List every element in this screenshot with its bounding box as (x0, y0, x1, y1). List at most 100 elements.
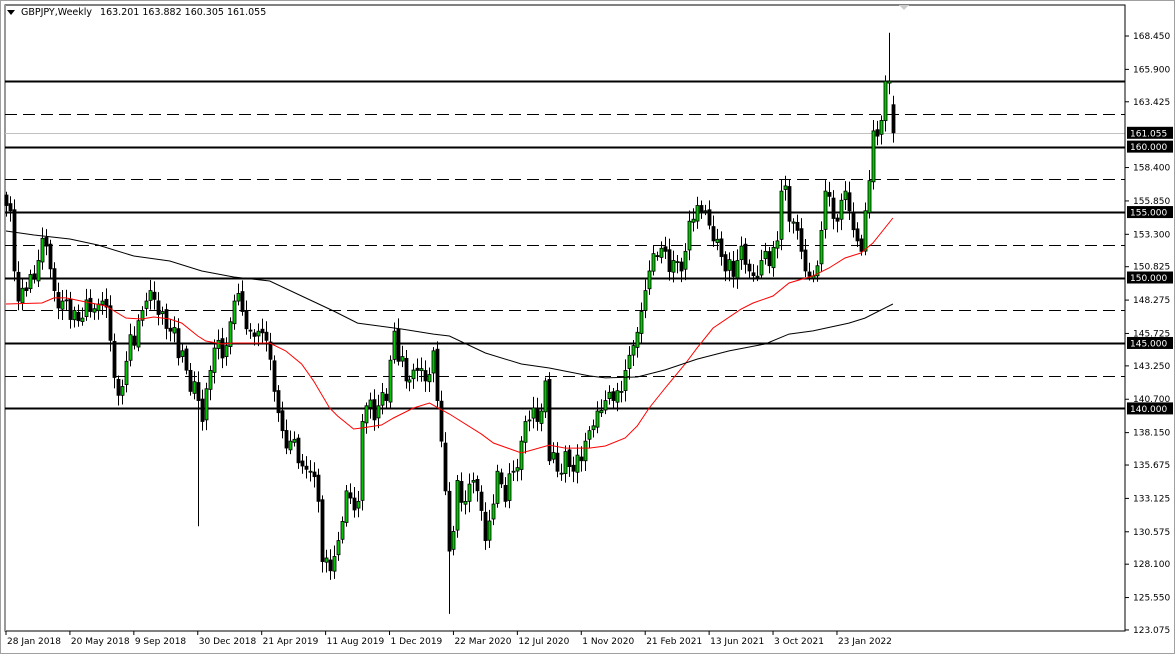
candle-bearish[interactable] (296, 437, 301, 464)
candle-bearish[interactable] (859, 238, 864, 252)
candle-bullish[interactable] (763, 250, 768, 260)
candle-bearish[interactable] (555, 452, 560, 472)
candle-bullish[interactable] (715, 238, 720, 243)
candle-bullish[interactable] (587, 430, 592, 440)
candle-bearish[interactable] (352, 497, 357, 511)
candle-bullish[interactable] (360, 421, 365, 501)
candle-bullish[interactable] (376, 405, 381, 419)
candle-bearish[interactable] (655, 255, 660, 257)
candle-bearish[interactable] (479, 491, 484, 511)
candle-bearish[interactable] (799, 228, 804, 252)
candle-bullish[interactable] (80, 317, 85, 322)
candle-bearish[interactable] (807, 271, 812, 277)
candle-bullish[interactable] (60, 300, 65, 310)
candle-bullish[interactable] (819, 229, 824, 265)
candle-bearish[interactable] (88, 297, 93, 312)
candle-bullish[interactable] (543, 380, 548, 413)
candle-bearish[interactable] (320, 499, 325, 562)
candle-bullish[interactable] (539, 410, 544, 424)
candle-bearish[interactable] (220, 338, 225, 359)
candle-bearish[interactable] (56, 292, 61, 309)
candle-bullish[interactable] (691, 218, 696, 223)
candle-bearish[interactable] (108, 305, 113, 341)
candle-bullish[interactable] (208, 370, 213, 390)
candle-bullish[interactable] (364, 405, 369, 424)
candle-bearish[interactable] (280, 410, 285, 432)
candle-bearish[interactable] (547, 379, 552, 462)
candle-bullish[interactable] (527, 419, 532, 422)
candle-bullish[interactable] (324, 557, 329, 563)
candle-bearish[interactable] (12, 209, 17, 272)
candle-bearish[interactable] (663, 246, 668, 252)
candle-bullish[interactable] (172, 327, 177, 334)
candle-bearish[interactable] (743, 243, 748, 265)
candle-bearish[interactable] (423, 370, 428, 382)
candle-bullish[interactable] (863, 210, 868, 252)
candle-bearish[interactable] (831, 197, 836, 219)
candle-bearish[interactable] (827, 192, 832, 197)
candle-bearish[interactable] (200, 398, 205, 422)
candle-bearish[interactable] (44, 237, 49, 247)
candle-bearish[interactable] (152, 291, 157, 300)
candle-bullish[interactable] (128, 334, 133, 361)
candle-bearish[interactable] (348, 492, 353, 499)
candle-bearish[interactable] (312, 471, 317, 478)
candle-bullish[interactable] (28, 274, 33, 290)
candle-bullish[interactable] (883, 80, 888, 122)
candle-bullish[interactable] (779, 190, 784, 240)
candle-bearish[interactable] (731, 260, 736, 277)
candle-bearish[interactable] (499, 472, 504, 485)
candle-bullish[interactable] (507, 473, 512, 501)
candle-bearish[interactable] (875, 129, 880, 137)
candle-bullish[interactable] (515, 467, 520, 472)
candle-bearish[interactable] (24, 287, 29, 292)
candle-bullish[interactable] (591, 425, 596, 431)
candle-bearish[interactable] (76, 312, 81, 322)
candle-bullish[interactable] (124, 360, 129, 386)
candle-bearish[interactable] (260, 328, 265, 334)
candle-bullish[interactable] (411, 369, 416, 380)
candle-bullish[interactable] (771, 246, 776, 269)
candle-bullish[interactable] (308, 470, 313, 473)
candle-bullish[interactable] (879, 120, 884, 135)
candle-bearish[interactable] (483, 511, 488, 542)
candle-bullish[interactable] (647, 270, 652, 290)
candle-bearish[interactable] (248, 329, 253, 332)
candle-bullish[interactable] (687, 220, 692, 251)
candle-bullish[interactable] (623, 370, 628, 391)
candle-bearish[interactable] (719, 238, 724, 257)
candle-bearish[interactable] (459, 481, 464, 503)
candle-bearish[interactable] (435, 348, 440, 401)
candle-bearish[interactable] (751, 272, 756, 277)
candle-bullish[interactable] (635, 331, 640, 348)
candle-bullish[interactable] (531, 407, 536, 419)
candle-bullish[interactable] (843, 190, 848, 201)
candle-bearish[interactable] (116, 378, 121, 396)
candle-bullish[interactable] (659, 247, 664, 258)
candle-bearish[interactable] (16, 271, 21, 302)
candle-bullish[interactable] (427, 374, 432, 383)
candle-bullish[interactable] (148, 290, 153, 301)
candle-bullish[interactable] (603, 400, 608, 411)
candle-bullish[interactable] (739, 245, 744, 261)
candle-bearish[interactable] (503, 484, 508, 502)
candle-bullish[interactable] (388, 359, 393, 403)
candle-bullish[interactable] (160, 311, 165, 315)
candle-bearish[interactable] (132, 335, 137, 346)
candle-bearish[interactable] (48, 243, 53, 270)
candle-bearish[interactable] (328, 559, 333, 572)
candle-bullish[interactable] (775, 240, 780, 249)
candle-bullish[interactable] (791, 221, 796, 224)
candle-bearish[interactable] (316, 474, 321, 502)
candle-bullish[interactable] (675, 261, 680, 264)
candle-bearish[interactable] (579, 456, 584, 462)
candle-bullish[interactable] (20, 287, 25, 304)
candle-bearish[interactable] (264, 331, 269, 341)
candle-bullish[interactable] (867, 180, 872, 213)
candle-bullish[interactable] (455, 480, 460, 531)
candle-bullish[interactable] (356, 500, 361, 509)
candle-bearish[interactable] (188, 369, 193, 392)
candle-bullish[interactable] (471, 480, 476, 483)
candle-bearish[interactable] (272, 360, 277, 392)
candle-bearish[interactable] (64, 299, 69, 302)
